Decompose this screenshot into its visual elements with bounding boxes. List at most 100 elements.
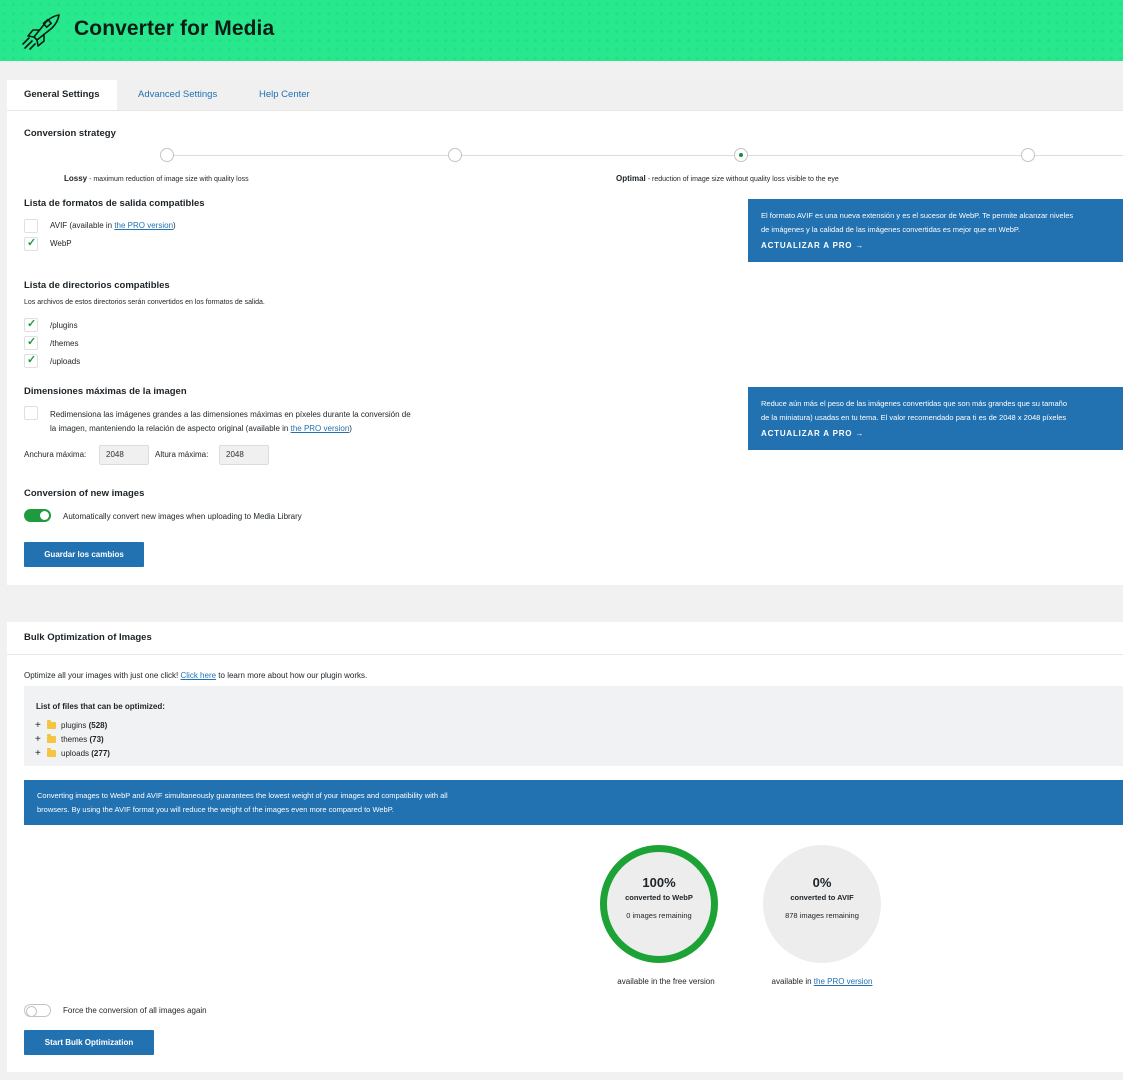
strategy-option-2[interactable] [448, 148, 462, 162]
resize-checkbox[interactable] [24, 406, 38, 420]
bulk-banner-line1: Converting images to WebP and AVIF simul… [37, 791, 448, 800]
webp-checkbox[interactable] [24, 236, 38, 251]
width-label: Anchura máxima: [24, 450, 87, 459]
folder-icon [47, 734, 56, 743]
resize-line2-wrap: la imagen, manteniendo la relación de as… [50, 422, 411, 436]
optimal-label: Optimal [616, 174, 646, 183]
webp-caption: available in the free version [617, 977, 715, 986]
dir-plugins-label: /plugins [50, 321, 78, 330]
tree-item-plugins[interactable]: + plugins (528) [35, 720, 107, 731]
tree-item-themes[interactable]: + themes (73) [35, 734, 104, 745]
app-header: Converter for Media [0, 0, 1123, 61]
tab-divider [7, 110, 1123, 111]
strategy-optimal-caption: Optimal - reduction of image size withou… [616, 174, 839, 183]
dimensions-info-line2: de la miniatura) usadas en tu tema. El v… [761, 413, 1067, 422]
dir-plugins-checkbox[interactable] [24, 317, 38, 332]
dir-uploads-checkbox[interactable] [24, 353, 38, 368]
bulk-panel: Bulk Optimization of Images Optimize all… [7, 622, 1123, 1072]
strategy-title: Conversion strategy [24, 128, 116, 139]
bulk-intro-text: Optimize all your images with just one c… [24, 671, 181, 680]
bulk-divider [7, 654, 1123, 655]
bulk-info-banner: Converting images to WebP and AVIF simul… [24, 780, 1123, 825]
bulk-title: Bulk Optimization of Images [24, 632, 152, 643]
settings-panel: General Settings Advanced Settings Help … [7, 80, 1123, 585]
folder-icon [47, 748, 56, 757]
avif-info-line1: El formato AVIF es una nueva extensión y… [761, 211, 1074, 220]
dimensions-info-box: Reduce aún más el peso de las imágenes c… [748, 387, 1123, 450]
start-bulk-button[interactable]: Start Bulk Optimization [24, 1030, 154, 1055]
tab-general-settings[interactable]: General Settings [7, 80, 117, 110]
directories-desc: Los archivos de estos directorios serán … [24, 299, 265, 306]
optimal-desc: - reduction of image size without qualit… [647, 176, 839, 183]
avif-info-text: El formato AVIF es una nueva extensión y… [761, 209, 1123, 237]
avif-caption-text: available in [771, 977, 814, 986]
app-title: Converter for Media [74, 17, 275, 40]
strategy-track [167, 155, 1123, 156]
webp-progress-circle: 100% converted to WebP 0 images remainin… [600, 845, 718, 963]
lossy-desc: - maximum reduction of image size with q… [89, 176, 249, 183]
avif-pro-link[interactable]: the PRO version [114, 221, 173, 230]
webp-label: converted to WebP [625, 893, 693, 902]
file-tree-title: List of files that can be optimized: [36, 702, 165, 711]
strategy-option-optimal[interactable] [734, 148, 748, 162]
strategy-option-lossy[interactable] [160, 148, 174, 162]
max-height-input[interactable]: 2048 [219, 445, 269, 465]
force-conversion-toggle[interactable] [24, 1004, 51, 1017]
strategy-option-4[interactable] [1021, 148, 1035, 162]
avif-info-box: El formato AVIF es una nueva extensión y… [748, 199, 1123, 262]
bulk-info-text: Converting images to WebP and AVIF simul… [37, 789, 448, 817]
height-label: Altura máxima: [155, 450, 209, 459]
file-tree: List of files that can be optimized: + pl… [24, 686, 1123, 766]
dimensions-info-line1: Reduce aún más el peso de las imágenes c… [761, 399, 1068, 408]
expand-icon[interactable]: + [35, 720, 47, 731]
tree-item-count: (73) [89, 735, 104, 744]
dir-themes-checkbox[interactable] [24, 335, 38, 350]
resize-close: ) [349, 424, 352, 433]
lossy-label: Lossy [64, 174, 88, 183]
tree-item-name: plugins [61, 721, 87, 730]
bulk-intro: Optimize all your images with just one c… [24, 671, 367, 680]
directories-title: Lista de directorios compatibles [24, 280, 170, 291]
avif-percent: 0% [812, 875, 832, 890]
tab-bar: General Settings Advanced Settings Help … [7, 80, 1123, 110]
bulk-click-here-link[interactable]: Click here [181, 671, 217, 680]
avif-label-close: ) [173, 221, 176, 230]
webp-label: WebP [50, 239, 72, 248]
formats-title: Lista de formatos de salida compatibles [24, 198, 205, 209]
force-conversion-label: Force the conversion of all images again [63, 1006, 207, 1015]
avif-label: converted to AVIF [790, 893, 854, 902]
avif-remaining: 878 images remaining [785, 911, 859, 920]
tree-item-uploads[interactable]: + uploads (277) [35, 748, 110, 759]
avif-progress-circle: 0% converted to AVIF 878 images remainin… [763, 845, 881, 963]
resize-label: Redimensiona las imágenes grandes a las … [50, 408, 411, 436]
auto-convert-label: Automatically convert new images when up… [63, 512, 302, 521]
dimensions-upgrade-link[interactable]: ACTUALIZAR A PRO → [761, 429, 864, 438]
resize-line2: la imagen, manteniendo la relación de as… [50, 424, 291, 433]
save-button[interactable]: Guardar los cambios [24, 542, 144, 567]
new-images-title: Conversion of new images [24, 488, 145, 499]
expand-icon[interactable]: + [35, 734, 47, 745]
max-width-input[interactable]: 2048 [99, 445, 149, 465]
tab-help-center[interactable]: Help Center [259, 80, 310, 110]
folder-icon [47, 720, 56, 729]
resize-pro-link[interactable]: the PRO version [291, 424, 350, 433]
dir-uploads-label: /uploads [50, 357, 81, 366]
avif-label: AVIF (available in the PRO version) [50, 221, 176, 230]
tree-item-name: themes [61, 735, 88, 744]
auto-convert-toggle[interactable] [24, 509, 51, 522]
strategy-lossy-caption: Lossy - maximum reduction of image size … [64, 174, 249, 183]
avif-caption-pro-link[interactable]: the PRO version [814, 977, 873, 986]
avif-caption: available in the PRO version [752, 977, 892, 986]
dir-themes-label: /themes [50, 339, 79, 348]
webp-percent: 100% [642, 875, 676, 890]
dimensions-info-text: Reduce aún más el peso de las imágenes c… [761, 397, 1123, 425]
expand-icon[interactable]: + [35, 748, 47, 759]
webp-remaining: 0 images remaining [626, 911, 692, 920]
avif-checkbox[interactable] [24, 219, 38, 233]
tab-advanced-settings[interactable]: Advanced Settings [138, 80, 217, 110]
rocket-icon [22, 14, 60, 50]
dimensions-title: Dimensiones máximas de la imagen [24, 386, 187, 397]
tree-item-count: (528) [88, 721, 108, 730]
tree-item-count: (277) [91, 749, 110, 758]
avif-upgrade-link[interactable]: ACTUALIZAR A PRO → [761, 241, 864, 250]
